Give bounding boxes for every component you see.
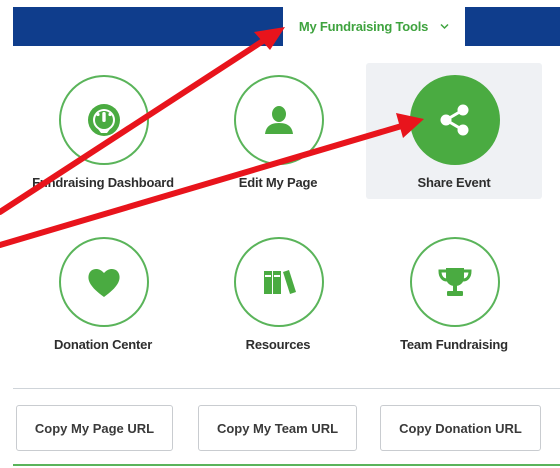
section-divider [13, 388, 560, 389]
user-icon [265, 106, 293, 134]
team-fundraising-circle [410, 237, 500, 327]
my-fundraising-tools-tab[interactable]: My Fundraising Tools [283, 7, 465, 46]
edit-my-page-circle [234, 75, 324, 165]
bottom-accent-line [13, 464, 560, 466]
tile-edit-my-page[interactable]: Edit My Page [190, 63, 366, 199]
copy-my-page-url-button[interactable]: Copy My Page URL [16, 405, 173, 451]
copy-donation-url-button[interactable]: Copy Donation URL [380, 405, 541, 451]
tile-resources[interactable]: Resources [190, 225, 366, 361]
my-fundraising-tools-label: My Fundraising Tools [298, 19, 429, 34]
heart-icon [88, 268, 120, 297]
tile-label-share-event: Share Event [417, 175, 491, 190]
donation-center-circle [59, 237, 149, 327]
tile-donation-center[interactable]: Donation Center [15, 225, 191, 361]
dashboard-gauge-icon [88, 104, 120, 136]
top-navbar: My Fundraising Tools [13, 7, 560, 46]
share-icon [440, 104, 469, 136]
chevron-down-icon [440, 23, 449, 30]
trophy-icon [438, 268, 472, 296]
resources-circle [234, 237, 324, 327]
share-event-circle [410, 75, 500, 165]
tile-team-fundraising[interactable]: Team Fundraising [366, 225, 542, 361]
books-icon [264, 270, 296, 294]
tile-label-team-fundraising: Team Fundraising [400, 337, 508, 352]
copy-my-team-url-button[interactable]: Copy My Team URL [198, 405, 357, 451]
tile-share-event[interactable]: Share Event [366, 63, 542, 199]
tile-fundraising-dashboard[interactable]: Fundraising Dashboard [15, 63, 191, 199]
fundraising-dashboard-circle [59, 75, 149, 165]
